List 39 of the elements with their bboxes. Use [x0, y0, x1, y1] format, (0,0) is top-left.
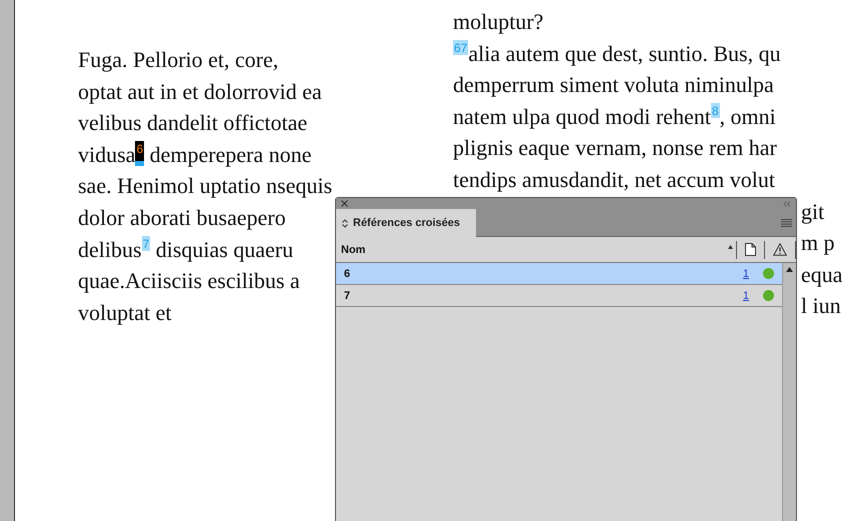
page-icon[interactable] [745, 243, 756, 256]
reference-row[interactable]: 6 1 [336, 263, 782, 285]
body-text: voluptat et [78, 300, 172, 325]
body-text: optat aut in et dolorrovid ea [78, 78, 322, 104]
body-text: moluptur? [453, 9, 544, 34]
body-text: l iun [801, 293, 841, 318]
body-text: , omni [720, 104, 776, 129]
up-down-arrows-icon [342, 218, 348, 228]
sort-icon[interactable] [728, 244, 733, 248]
body-text: plignis eaque vernam, nonse rem har [453, 135, 777, 160]
menu-icon[interactable] [781, 218, 792, 226]
body-text: delibus [78, 236, 142, 262]
close-icon[interactable] [341, 200, 348, 207]
body-text: m p [801, 230, 835, 256]
page-link[interactable]: 1 [742, 268, 749, 280]
body-text: quae.Aciisciis escilibus a [78, 268, 300, 294]
footnote-marker[interactable]: 6 [135, 140, 144, 166]
scrollbar[interactable] [782, 263, 796, 521]
body-text: tendips amusdandit, net accum volut [453, 166, 775, 192]
panel-tab[interactable]: Références croisées [336, 209, 476, 237]
body-text: dolor aborati busaepero [78, 204, 286, 230]
column-header[interactable]: Nom [341, 244, 728, 256]
warning-icon[interactable] [773, 243, 787, 256]
body-text: git [801, 198, 824, 224]
page-link[interactable]: 1 [742, 290, 749, 302]
body-text: demperrum siment voluta niminulpa [453, 72, 774, 98]
body-text: demperepera none [148, 142, 312, 167]
body-text: Fuga. Pellorio et, core, [78, 47, 278, 72]
body-text: equa [801, 262, 843, 287]
body-text: alia autem que dest, suntio. Bus, qu [468, 40, 781, 66]
body-text: vidusa [78, 142, 136, 167]
body-text: velibus dandelit offictotae [78, 110, 308, 136]
scroll-up-arrow-icon[interactable] [786, 267, 793, 272]
body-text: disquias quaeru [154, 236, 294, 262]
reference-name: 7 [344, 290, 352, 302]
body-text: sae. Henimol uptatio nsequis [78, 173, 332, 198]
reference-name: 6 [344, 268, 352, 280]
reference-row[interactable]: 7 1 [336, 285, 782, 307]
body-text: natem ulpa quod modi rehent [453, 104, 711, 129]
